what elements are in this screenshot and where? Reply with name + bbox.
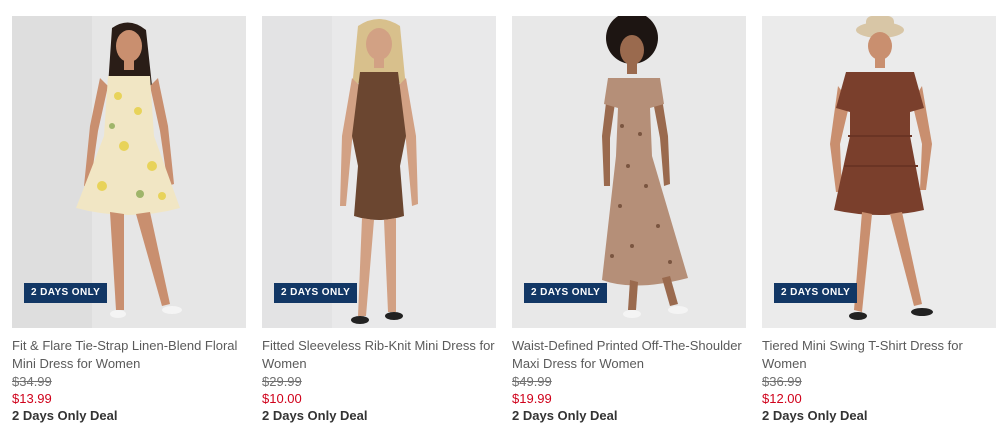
original-price: $49.99 <box>512 374 552 389</box>
product-image[interactable]: 2 DAYS ONLY <box>512 16 746 328</box>
product-image[interactable]: 2 DAYS ONLY <box>762 16 996 328</box>
sale-price: $19.99 <box>512 391 552 406</box>
two-days-only-badge: 2 DAYS ONLY <box>774 283 858 303</box>
product-image[interactable]: 2 DAYS ONLY <box>262 16 496 328</box>
product-title[interactable]: Fitted Sleeveless Rib-Knit Mini Dress fo… <box>262 337 496 373</box>
product-title[interactable]: Waist-Defined Printed Off-The-Shoulder M… <box>512 337 746 373</box>
deal-label: 2 Days Only Deal <box>262 408 368 423</box>
two-days-only-badge: 2 DAYS ONLY <box>24 283 108 303</box>
original-price: $29.99 <box>262 374 302 389</box>
product-card[interactable]: 2 DAYS ONLY Waist-Defined Printed Off-Th… <box>512 16 746 425</box>
sale-price: $10.00 <box>262 391 302 406</box>
product-grid: 2 DAYS ONLY Fit & Flare Tie-Strap Linen-… <box>0 0 996 430</box>
two-days-only-badge: 2 DAYS ONLY <box>524 283 608 303</box>
product-image[interactable]: 2 DAYS ONLY <box>12 16 246 328</box>
deal-label: 2 Days Only Deal <box>12 408 118 423</box>
deal-label: 2 Days Only Deal <box>762 408 868 423</box>
deal-label: 2 Days Only Deal <box>512 408 618 423</box>
model-photo-4 <box>762 16 996 328</box>
original-price: $34.99 <box>12 374 52 389</box>
product-card[interactable]: 2 DAYS ONLY Fit & Flare Tie-Strap Linen-… <box>12 16 246 425</box>
original-price: $36.99 <box>762 374 802 389</box>
model-photo-2 <box>262 16 496 328</box>
sale-price: $12.00 <box>762 391 802 406</box>
product-title[interactable]: Tiered Mini Swing T-Shirt Dress for Wome… <box>762 337 996 373</box>
product-card[interactable]: 2 DAYS ONLY Tiered Mini Swing T-Shirt Dr… <box>762 16 996 425</box>
model-photo-3 <box>512 16 746 328</box>
product-card[interactable]: 2 DAYS ONLY Fitted Sleeveless Rib-Knit M… <box>262 16 496 425</box>
sale-price: $13.99 <box>12 391 52 406</box>
two-days-only-badge: 2 DAYS ONLY <box>274 283 358 303</box>
product-title[interactable]: Fit & Flare Tie-Strap Linen-Blend Floral… <box>12 337 246 373</box>
model-photo-1 <box>12 16 246 328</box>
